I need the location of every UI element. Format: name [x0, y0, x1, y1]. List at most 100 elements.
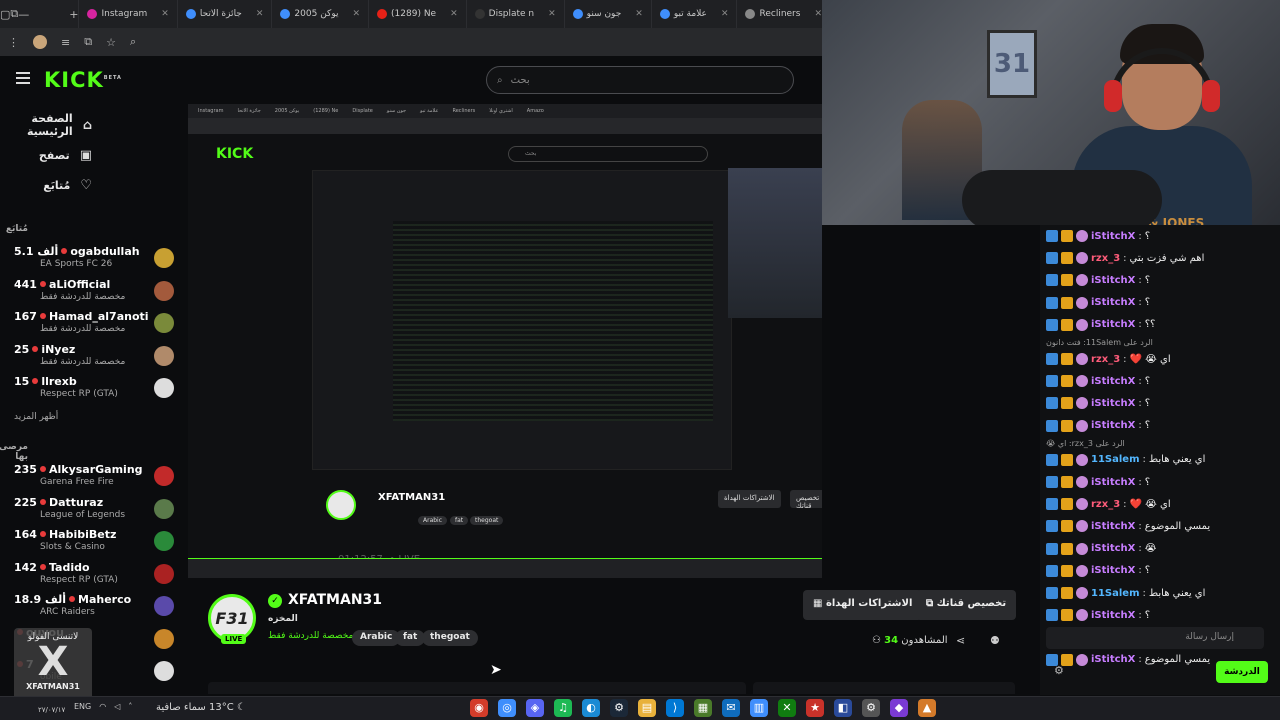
browser-tab[interactable]: يوكن 2005 ✕ [271, 0, 368, 28]
sidebar-channel[interactable]: 18.9 ألف Maherco ARC Raiders [10, 592, 185, 624]
hamburger-menu-icon[interactable] [16, 72, 30, 84]
chat-send-button[interactable]: الدردشة [1216, 661, 1268, 683]
wifi-icon[interactable]: ◠ [99, 702, 106, 711]
chat-input[interactable]: إرسال رسالة [1046, 627, 1264, 649]
customize-channel-button[interactable]: ⧉ تخصيص قناتك [916, 590, 1017, 620]
rockstar-icon[interactable]: ★ [806, 699, 824, 717]
close-icon[interactable]: ✕ [635, 9, 643, 19]
add-user-icon[interactable]: ⚉ [990, 634, 1000, 647]
sidebar-channel[interactable]: 225 Datturaz League of Legends [10, 495, 185, 527]
browser-tab[interactable]: جون سنو ✕ [563, 0, 651, 28]
browser-tab[interactable]: Instagram ✕ [78, 0, 176, 28]
sidebar-channel[interactable]: 167 Hamad_al7anoti مخصصة للدردشة فقط [10, 309, 185, 341]
app-icon[interactable]: ▲ [918, 699, 936, 717]
window-minimize-icon[interactable]: — [18, 8, 29, 21]
window-restore-icon[interactable]: ⧉ [10, 7, 18, 21]
sidebar-channel[interactable]: 5.1 ألف ogabdullah EA Sports FC 26 [10, 244, 185, 276]
chat-message[interactable]: 11Salem: اي يعني هابط [1046, 584, 1276, 602]
tag-chip[interactable]: thegoat [422, 630, 478, 646]
sidebar-channel[interactable]: 235 AlkysarGaming Garena Free Fire [10, 462, 185, 494]
close-icon[interactable]: ✕ [450, 9, 458, 19]
sidebar-channel[interactable]: 441 aLiOfficial مخصصة للدردشة فقط [10, 277, 185, 309]
browser-tab[interactable]: (1289) Ne ✕ [368, 0, 466, 28]
new-tab-button[interactable]: + [69, 8, 78, 21]
xbox-icon[interactable]: ✕ [778, 699, 796, 717]
chat-message[interactable]: iStitchX: ؟ [1046, 227, 1276, 245]
mail-icon[interactable]: ✉ [722, 699, 740, 717]
store-icon[interactable]: ▥ [750, 699, 768, 717]
sidebar-item-following[interactable]: ♡ مُتابَع [43, 170, 104, 200]
volume-icon[interactable]: ◁ [114, 702, 120, 711]
browser-tab[interactable]: Recliners ✕ [736, 0, 830, 28]
window-maximize-icon[interactable]: ▢ [0, 8, 10, 21]
chat-message[interactable]: iStitchX: ؟ [1046, 417, 1276, 435]
browser-tab[interactable]: علامة تبو ✕ [650, 0, 737, 28]
browser-tab[interactable]: Displate n ✕ [465, 0, 564, 28]
sidebar-channel[interactable]: 164 HabibiBetz Slots & Casino [10, 527, 185, 559]
kick-logo[interactable]: KICKBETA [44, 68, 122, 92]
tray-expand-icon[interactable]: ˄ [128, 702, 132, 711]
close-icon[interactable]: ✕ [161, 9, 169, 19]
chat-username[interactable]: iStitchX [1091, 420, 1135, 431]
chat-username[interactable]: iStitchX [1091, 477, 1135, 488]
extensions-icon[interactable]: ⧉ [84, 35, 92, 49]
chat-message[interactable]: 11Salem: اي يعني هابط [1046, 451, 1276, 469]
bookmark-star-icon[interactable]: ☆ [106, 36, 116, 49]
chat-message[interactable]: iStitchX: ؟؟ [1046, 316, 1276, 334]
chat-username[interactable]: iStitchX [1091, 275, 1135, 286]
discord-icon[interactable]: ◈ [526, 699, 544, 717]
show-more-link[interactable]: أظهر المزيد [14, 412, 58, 422]
chat-message[interactable]: iStitchX: 😭 [1046, 540, 1276, 558]
chat-message[interactable]: iStitchX: ؟ [1046, 562, 1276, 580]
chat-username[interactable]: iStitchX [1091, 543, 1135, 554]
close-icon[interactable]: ✕ [548, 9, 556, 19]
sidebar-item-browse[interactable]: ▣ تصفح [39, 140, 104, 170]
app-icon[interactable]: ◆ [890, 699, 908, 717]
close-icon[interactable]: ✕ [256, 9, 264, 19]
chat-username[interactable]: rzx_3 [1091, 354, 1120, 365]
tab-search-icon[interactable]: ≡ [61, 36, 70, 49]
chat-message[interactable]: rzx_3: اهم شي فزت بتي [1046, 249, 1276, 267]
sidebar-channel[interactable]: 25 iNyez مخصصة للدردشة فقط [10, 342, 185, 374]
tag-chip[interactable]: fat [395, 630, 426, 646]
menu-dots-icon[interactable]: ⋮ [8, 36, 19, 49]
chat-username[interactable]: 11Salem [1091, 588, 1140, 599]
app-icon[interactable]: ◉ [470, 699, 488, 717]
chat-message[interactable]: rzx_3: اي 😭 ❤️ [1046, 495, 1276, 513]
folder-icon[interactable]: ▤ [638, 699, 656, 717]
channel-name[interactable]: XFATMAN31 [288, 592, 382, 608]
chat-message[interactable]: rzx_3: اي 😭 ❤️ [1046, 350, 1276, 368]
chat-username[interactable]: iStitchX [1091, 521, 1135, 532]
chat-username[interactable]: iStitchX [1091, 654, 1135, 665]
chat-message[interactable]: iStitchX: يمسي الموضوع [1046, 517, 1276, 535]
steam-icon[interactable]: ⚙ [610, 699, 628, 717]
chat-username[interactable]: iStitchX [1091, 297, 1135, 308]
zoom-icon[interactable]: ⌕ [130, 35, 136, 49]
chat-message[interactable]: iStitchX: ؟ [1046, 473, 1276, 491]
chat-username[interactable]: 11Salem [1091, 454, 1140, 465]
language-indicator[interactable]: ENG [74, 702, 91, 711]
share-icon[interactable]: ⋖ [956, 634, 965, 647]
chat-settings-icon[interactable]: ⚙ [1054, 664, 1064, 677]
chat-message[interactable]: iStitchX: ؟ [1046, 372, 1276, 390]
chat-username[interactable]: iStitchX [1091, 376, 1135, 387]
app-icon[interactable]: ◧ [834, 699, 852, 717]
stream-category[interactable]: مخصصة للدردشة فقط [268, 631, 353, 641]
sidebar-item-home[interactable]: ⌂ الصفحة الرئيسية [0, 110, 104, 140]
chat-message[interactable]: iStitchX: ؟ [1046, 394, 1276, 412]
settings-icon[interactable]: ⚙ [862, 699, 880, 717]
browser-tab[interactable]: جائزة الاتحا ✕ [176, 0, 272, 28]
chrome-icon[interactable]: ◎ [498, 699, 516, 717]
chat-username[interactable]: iStitchX [1091, 610, 1135, 621]
sidebar-channel[interactable]: 15 llrexb Respect RP (GTA) [10, 374, 185, 406]
chat-username[interactable]: rzx_3 [1091, 253, 1120, 264]
profile-avatar[interactable] [33, 35, 47, 49]
search-input[interactable]: ⌕ بحث [486, 66, 794, 94]
chat-username[interactable]: rzx_3 [1091, 499, 1120, 510]
sidebar-channel[interactable]: 142 Tadido Respect RP (GTA) [10, 560, 185, 592]
close-icon[interactable]: ✕ [352, 9, 360, 19]
chat-message[interactable]: iStitchX: ؟ [1046, 294, 1276, 312]
edge-icon[interactable]: ◐ [582, 699, 600, 717]
close-icon[interactable]: ✕ [814, 9, 822, 19]
gift-subs-button[interactable]: ▦ الاشتراكات الهداة [803, 590, 923, 620]
